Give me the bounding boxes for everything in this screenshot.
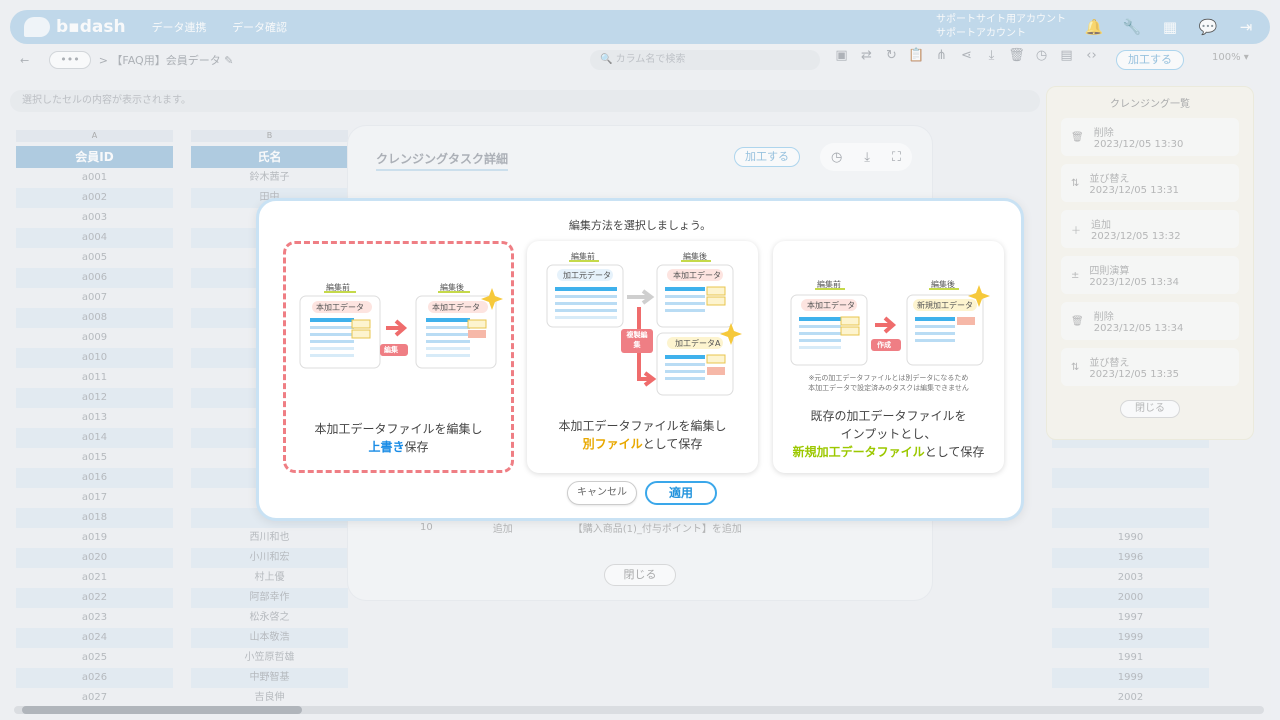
option-note-line2: 本加工データで設定済みのタスクは編集できません (808, 384, 969, 392)
before-label: 編集前 (571, 252, 595, 261)
before-label: 編集前 (817, 280, 841, 289)
option-text-line1: 本加工データファイルを編集し (314, 422, 483, 436)
after-label: 編集後 (440, 283, 464, 292)
arrow-tag: 複製編集 (626, 331, 648, 349)
cancel-button[interactable]: キャンセル (567, 481, 637, 505)
option-highlight: 上書き (368, 440, 405, 454)
after-label: 編集後 (683, 252, 707, 261)
before-label: 編集前 (326, 283, 350, 292)
dest-file-label: 本加工データ (673, 271, 721, 280)
dest-file-label: 新規加工データ (917, 301, 973, 310)
option-text-line2: インプットとし、 (840, 427, 937, 441)
option-text-line2: 上書き保存 (286, 438, 511, 456)
horizontal-scrollbar[interactable] (14, 706, 1264, 714)
dialog-title: 編集方法を選択しましょう。 (568, 219, 712, 232)
option-text-line2: 別ファイルとして保存 (527, 435, 758, 453)
source-file-label: 本加工データ (316, 303, 364, 312)
option-text: 本加工データファイルを編集し 別ファイルとして保存 (527, 417, 758, 453)
apply-button[interactable]: 適用 (645, 481, 717, 505)
dest-file-label: 本加工データ (432, 303, 480, 312)
option-text: 本加工データファイルを編集し 上書き保存 (286, 420, 511, 456)
option-text: 既存の加工データファイルを インプットとし、 新規加工データファイルとして保存 (773, 407, 1004, 461)
save-as-illustration (546, 260, 742, 396)
source-file-label: 加工元データ (563, 271, 611, 280)
option-highlight: 新規加工データファイル (792, 445, 925, 459)
arrow-tag: 編集 (384, 346, 398, 354)
option-save-as-card[interactable]: 編集前 編集後 加工元データ 本加工データ 加工データA 複製編集 本加工データ… (527, 241, 758, 473)
option-text-line1: 本加工データファイルを編集し (558, 419, 727, 433)
option-note-line1: ※元の加工データファイルとは別データになるため (808, 374, 969, 382)
option-note: ※元の加工データファイルとは別データになるため 本加工データで設定済みのタスクは… (773, 373, 1004, 393)
option-text-rest: として保存 (642, 437, 703, 451)
option-text-line3: 新規加工データファイルとして保存 (773, 443, 1004, 461)
option-overwrite-card[interactable]: 編集前 編集後 本加工データ 本加工データ 編集 本加工データファイルを編集し … (283, 241, 514, 473)
option-text-rest: として保存 (924, 445, 985, 459)
scrollbar-thumb[interactable] (22, 706, 302, 714)
dest-file-a-label: 加工データA (675, 339, 721, 348)
arrow-tag: 作成 (877, 341, 891, 349)
overwrite-illustration (299, 288, 503, 369)
source-file-label: 本加工データ (807, 301, 855, 310)
option-highlight: 別ファイル (582, 437, 643, 451)
edit-method-dialog: 編集方法を選択しましょう。 編集前 編集後 本加工データ 本加工データ 編集 本… (256, 198, 1024, 521)
option-new-file-card[interactable]: 編集前 編集後 本加工データ 新規加工データ 作成 ※元の加工データファイルとは… (773, 241, 1004, 473)
option-text-line1: 既存の加工データファイルを (810, 409, 967, 423)
option-text-rest: 保存 (404, 440, 429, 454)
after-label: 編集後 (931, 280, 955, 289)
